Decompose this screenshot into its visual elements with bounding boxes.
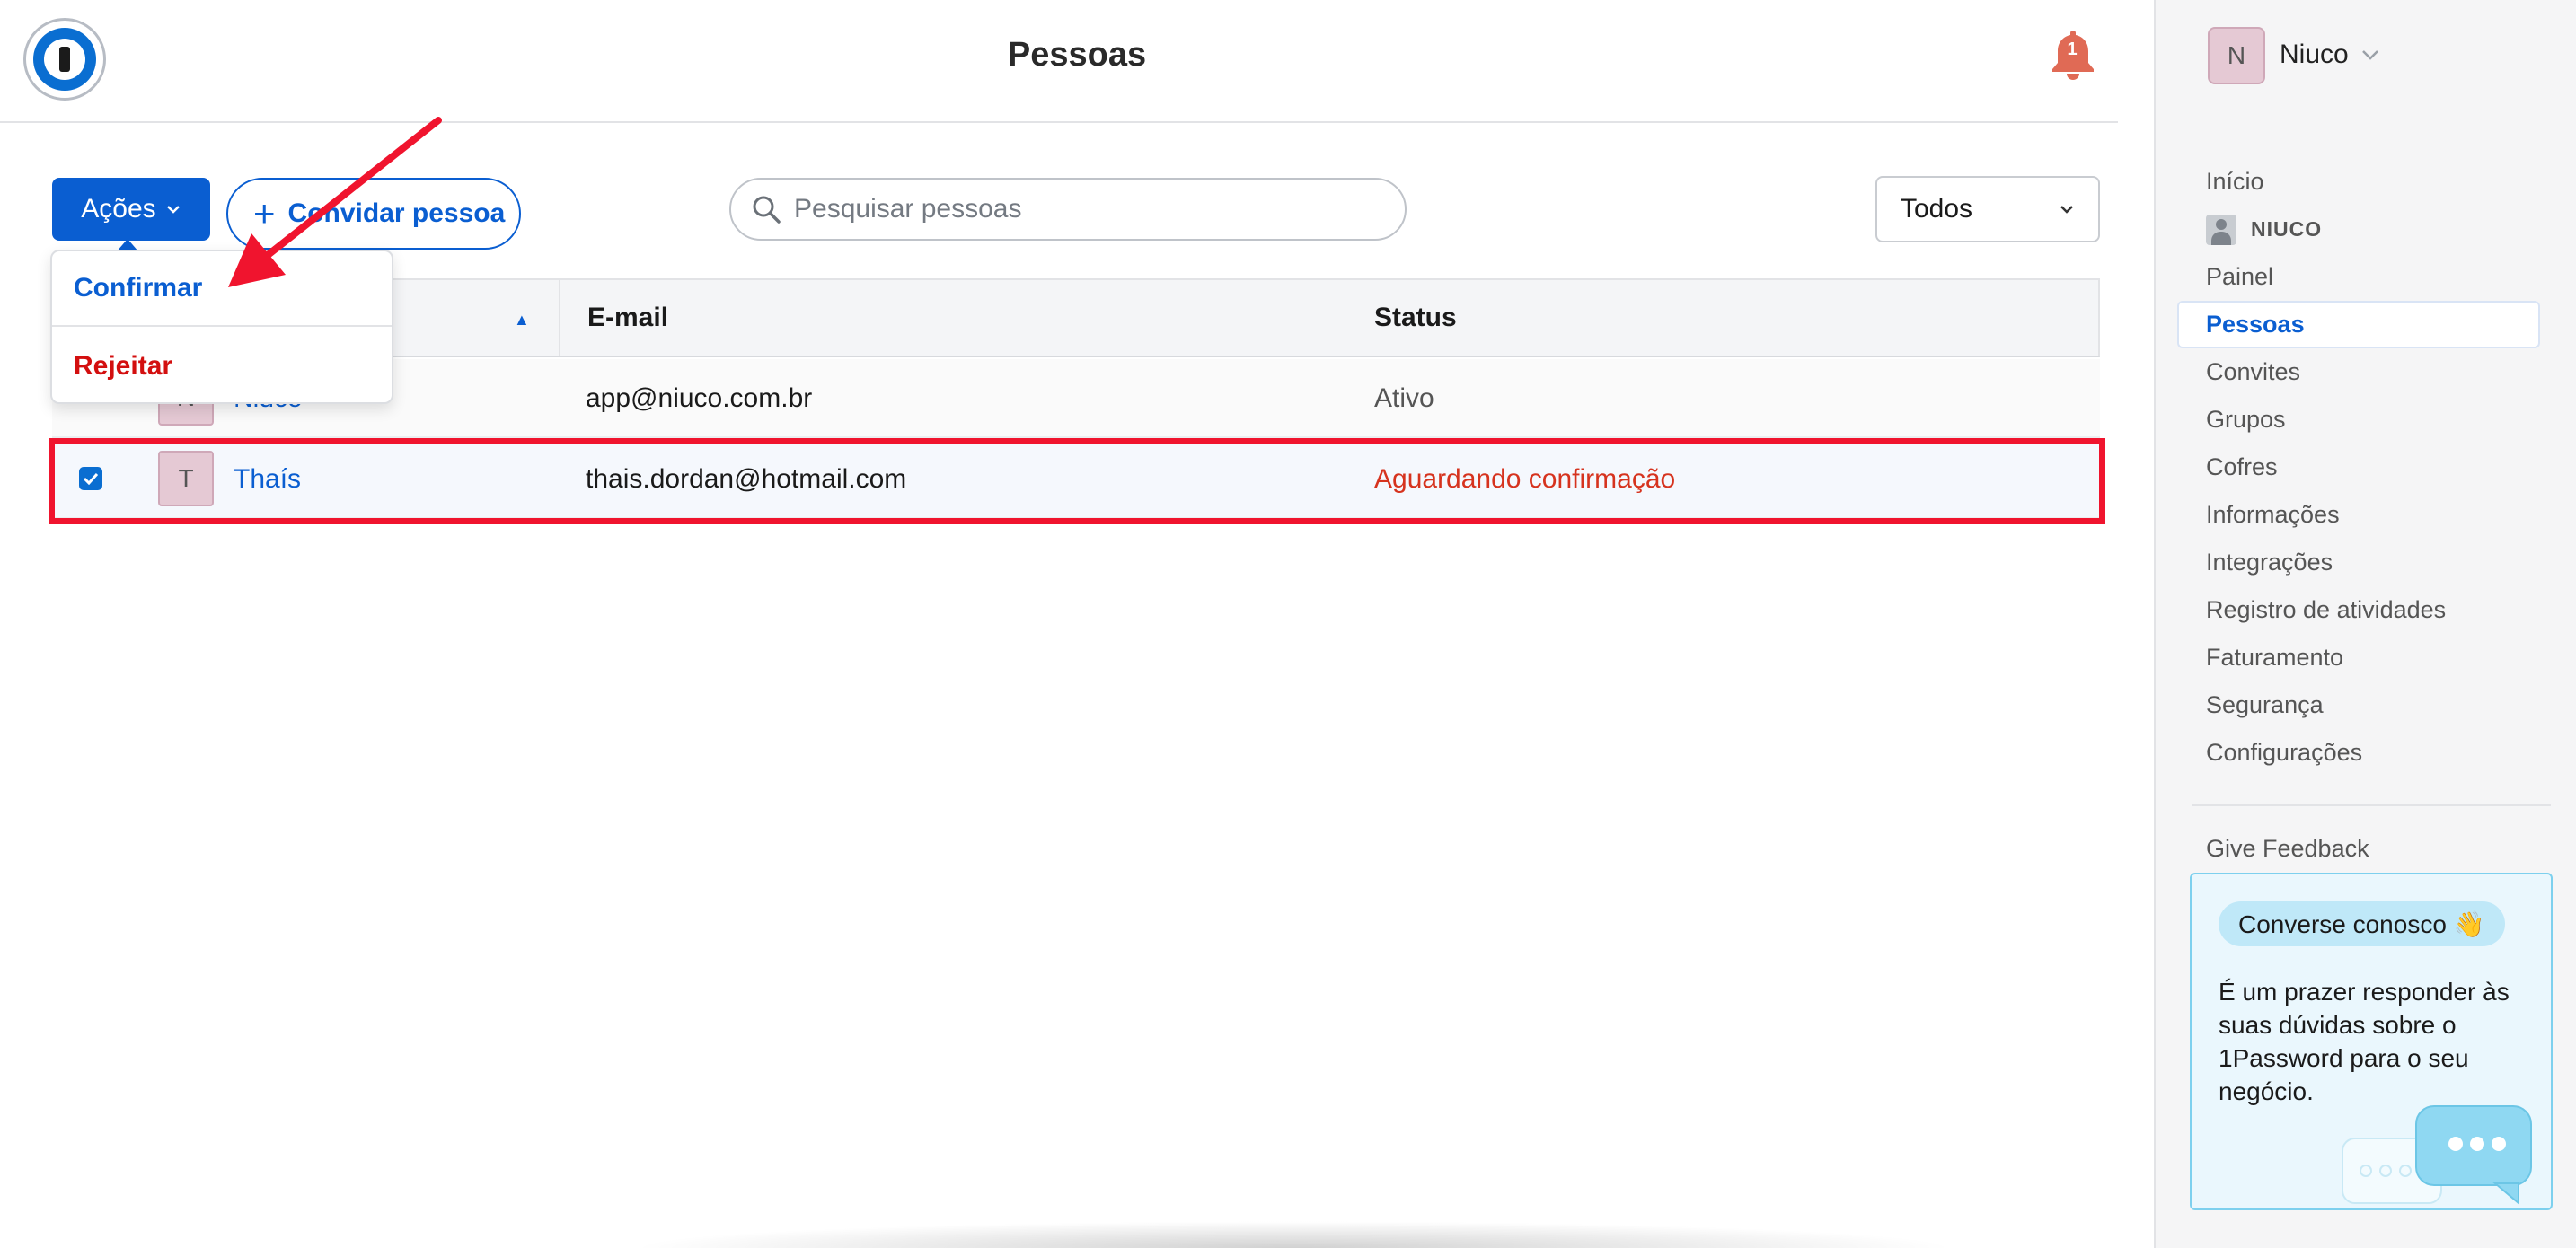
sort-up-icon[interactable]: ▲ xyxy=(514,311,530,330)
sidebar-item-painel[interactable]: Painel xyxy=(2192,253,2551,301)
sidebar-item-grupos[interactable]: Grupos xyxy=(2192,396,2551,444)
actions-button[interactable]: Ações xyxy=(52,178,210,241)
status-badge: Ativo xyxy=(1374,383,1434,413)
chevron-down-icon xyxy=(166,206,180,214)
actions-button-label: Ações xyxy=(81,194,156,224)
sidebar-item-faturamento[interactable]: Faturamento xyxy=(2192,634,2551,681)
status-badge: Aguardando confirmação xyxy=(1374,464,1676,494)
give-feedback-link[interactable]: Give Feedback xyxy=(2206,835,2369,863)
chevron-down-icon[interactable] xyxy=(2360,48,2380,61)
sidebar-item-pessoas[interactable]: Pessoas xyxy=(2177,301,2540,348)
row-checkbox[interactable] xyxy=(79,467,102,490)
sidebar-item-informacoes[interactable]: Informações xyxy=(2192,491,2551,539)
plus-icon: + xyxy=(253,192,276,234)
column-header-status[interactable]: Status xyxy=(1374,280,1457,356)
checkbox-icon xyxy=(83,472,99,485)
sidebar: N Niuco Início NIUCO Painel Pessoas Conv… xyxy=(2154,0,2576,1248)
notification-count: 1 xyxy=(2067,40,2078,59)
avatar[interactable]: N xyxy=(2208,27,2265,84)
person-name-link[interactable]: Thaís xyxy=(234,440,301,519)
sidebar-item-configuracoes[interactable]: Configurações xyxy=(2192,729,2551,777)
person-email: thais.dordan@hotmail.com xyxy=(586,464,907,494)
page-title: Pessoas xyxy=(1007,36,1147,74)
sidebar-item-org-label: NIUCO xyxy=(2251,217,2323,241)
sidebar-item-seguranca[interactable]: Segurança xyxy=(2192,681,2551,729)
sidebar-nav: Início NIUCO Painel Pessoas Convites Gru… xyxy=(2177,158,2551,777)
person-email: app@niuco.com.br xyxy=(586,383,813,413)
main-area: Pessoas 1 Ações + Convidar pessoa Todos … xyxy=(0,0,2118,1248)
account-name[interactable]: Niuco xyxy=(2280,40,2349,70)
column-header-email[interactable]: E-mail xyxy=(559,280,1367,356)
sidebar-item-cofres[interactable]: Cofres xyxy=(2192,444,2551,491)
search-input[interactable] xyxy=(794,194,1369,224)
actions-dropdown-menu: Confirmar Rejeitar xyxy=(50,250,393,404)
sidebar-item-inicio[interactable]: Início xyxy=(2192,158,2551,206)
menu-item-confirm[interactable]: Confirmar xyxy=(52,251,392,327)
sidebar-divider xyxy=(2192,804,2551,806)
sidebar-item-registro-atividades[interactable]: Registro de atividades xyxy=(2192,586,2551,634)
search-icon xyxy=(753,196,781,224)
bottom-shadow xyxy=(629,1221,1958,1248)
sidebar-item-convites[interactable]: Convites xyxy=(2192,348,2551,396)
search-box[interactable] xyxy=(729,178,1407,241)
table-row[interactable]: T Thaís thais.dordan@hotmail.com Aguarda… xyxy=(52,440,2100,519)
sidebar-item-integracoes[interactable]: Integrações xyxy=(2192,539,2551,586)
top-bar: Pessoas 1 xyxy=(0,0,2118,123)
chat-card[interactable]: Converse conosco 👋 É um prazer responder… xyxy=(2190,873,2553,1210)
invite-person-button[interactable]: + Convidar pessoa xyxy=(226,178,521,250)
status-filter-value: Todos xyxy=(1901,194,1973,224)
chat-title[interactable]: Converse conosco 👋 xyxy=(2219,901,2505,946)
menu-item-reject[interactable]: Rejeitar xyxy=(52,329,392,404)
sidebar-item-org[interactable]: NIUCO xyxy=(2192,206,2551,253)
status-filter-select[interactable]: Todos xyxy=(1875,176,2100,242)
invite-person-label: Convidar pessoa xyxy=(287,198,506,228)
chevron-down-icon xyxy=(2060,206,2073,214)
avatar: T xyxy=(158,451,214,506)
chat-text: É um prazer responder às suas dúvidas so… xyxy=(2219,978,2510,1105)
chat-bubble-icon xyxy=(2342,1105,2532,1206)
org-avatar-icon xyxy=(2206,214,2236,245)
